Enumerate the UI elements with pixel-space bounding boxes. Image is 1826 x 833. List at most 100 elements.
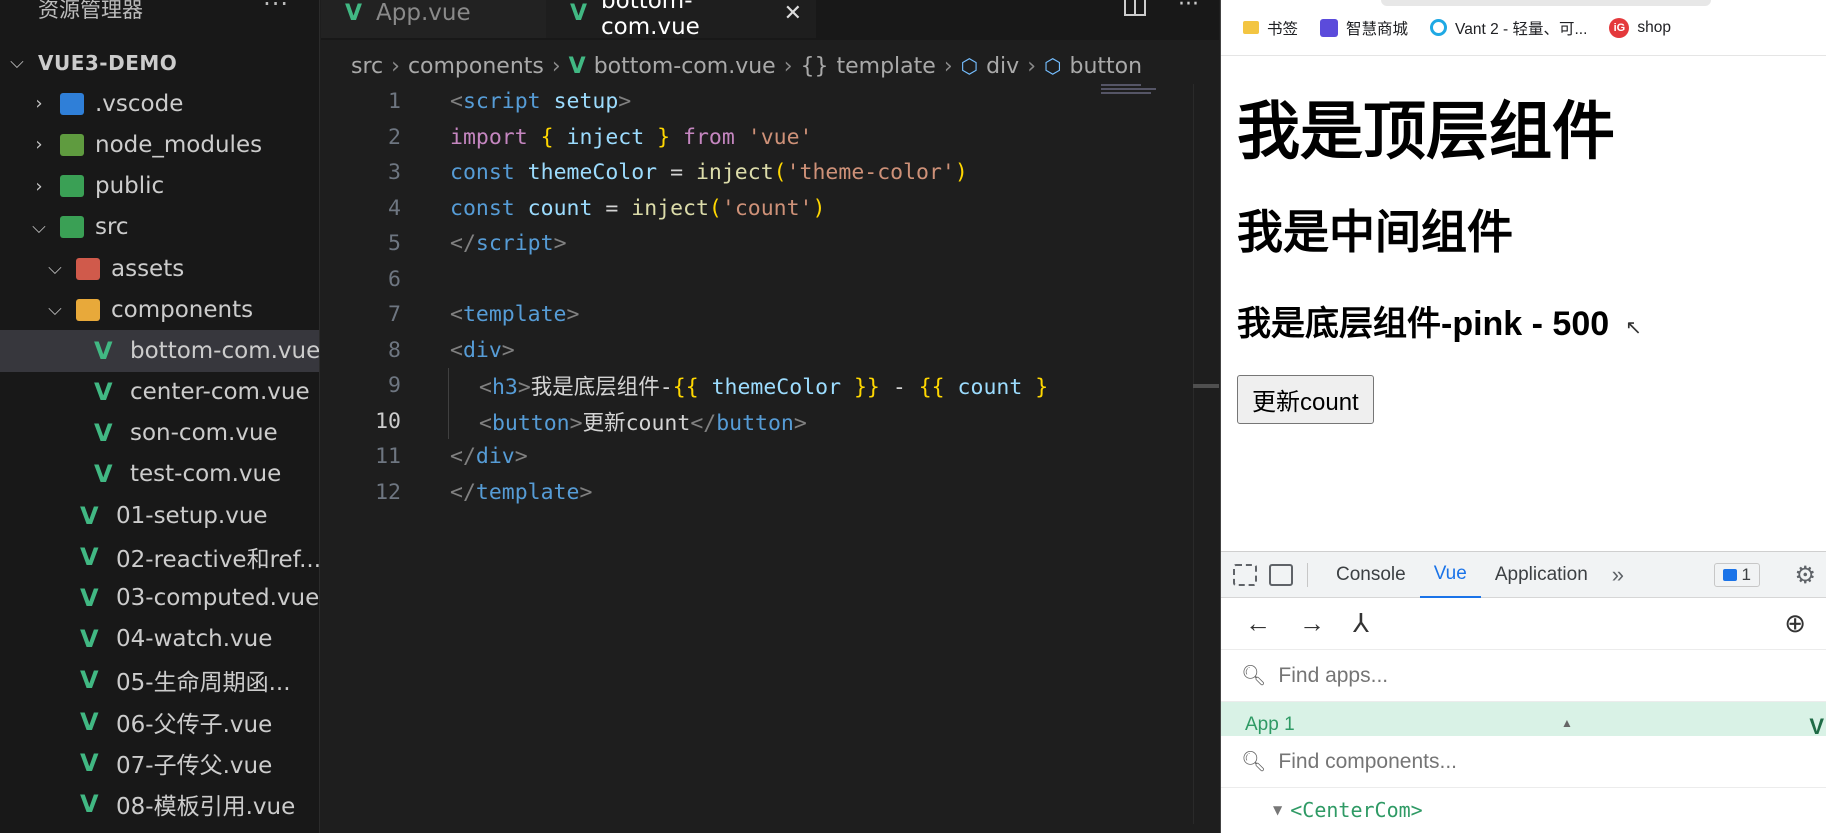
forward-arrow-icon[interactable]: →: [1299, 608, 1325, 639]
bookmark-folder[interactable]: 书签: [1243, 17, 1298, 39]
tree-item-son-com[interactable]: V son-com.vue: [0, 413, 319, 454]
code-line: 8 <div>: [321, 333, 1219, 369]
braces-icon: {}: [800, 53, 829, 79]
vue-file-icon: V: [80, 666, 99, 695]
tree-item-public[interactable]: › public: [0, 166, 319, 207]
split-editor-icon[interactable]: [1124, 0, 1147, 16]
line-number: 8: [388, 337, 401, 363]
vue-file-icon: V: [94, 378, 113, 407]
component-tree-item[interactable]: ▼ <CenterCom>: [1221, 788, 1826, 832]
breadcrumb-src[interactable]: src: [351, 54, 383, 79]
vue-file-icon: V: [80, 542, 99, 571]
vue-file-icon: V: [345, 0, 363, 26]
chevron-down-icon: ⌵: [10, 52, 24, 74]
code-line: 1 <script setup>: [321, 84, 1219, 120]
bookmark-shop[interactable]: iG shop: [1609, 17, 1671, 38]
inspect-element-icon[interactable]: [1233, 563, 1257, 586]
component-tree-icon[interactable]: ⅄: [1353, 608, 1369, 639]
bookmark-smart-mall[interactable]: 智慧商城: [1320, 17, 1408, 39]
tab-vue[interactable]: Vue: [1419, 552, 1481, 598]
tree-root[interactable]: ⌵ VUE3-DEMO: [0, 42, 319, 83]
code-line: 7 <template>: [321, 297, 1219, 333]
tab-app-vue[interactable]: V App.vue: [321, 0, 546, 38]
scrollbar-thumb[interactable]: [1193, 384, 1219, 388]
find-apps-input[interactable]: [1278, 663, 1579, 688]
chevron-right-icon: ›: [391, 53, 400, 79]
tree-item-02-reactive[interactable]: V 02-reactive和ref....: [0, 536, 319, 577]
breadcrumb-template[interactable]: template: [837, 54, 936, 79]
vue-file-icon: V: [94, 419, 113, 448]
more-tabs-icon[interactable]: »: [1602, 562, 1634, 588]
tree-item-03-computed[interactable]: V 03-computed.vue: [0, 577, 319, 618]
tree-item-04-watch[interactable]: V 04-watch.vue: [0, 619, 319, 660]
file-tree: ⌵ VUE3-DEMO › .vscode › node_modules › p…: [0, 42, 319, 825]
vue-file-icon: V: [80, 501, 99, 530]
find-components-row: 🔍︎: [1221, 736, 1826, 788]
vue-file-icon: V: [80, 707, 99, 736]
close-icon[interactable]: ✕: [784, 1, 802, 26]
chevron-down-icon: ⌵: [48, 258, 62, 280]
breadcrumb: src › components › V bottom-com.vue › {}…: [321, 44, 1219, 88]
vscode-folder-icon: [60, 92, 84, 115]
editor: V App.vue V bottom-com.vue ✕ ··· src › c…: [321, 0, 1219, 833]
minimap[interactable]: [1101, 84, 1171, 104]
center-component-heading: 我是中间组件: [1237, 206, 1513, 258]
tree-item-center-com[interactable]: V center-com.vue: [0, 372, 319, 413]
find-components-input[interactable]: [1278, 749, 1579, 774]
tree-item-05-lifecycle[interactable]: V 05-生命周期函...: [0, 660, 319, 701]
tree-item-07-child-to-parent[interactable]: V 07-子传父.vue: [0, 742, 319, 783]
update-count-button[interactable]: 更新count: [1237, 375, 1374, 424]
more-actions-icon[interactable]: ···: [263, 0, 289, 18]
tab-console[interactable]: Console: [1322, 552, 1420, 598]
line-number: 3: [388, 160, 401, 186]
tree-item-node-modules[interactable]: › node_modules: [0, 124, 319, 165]
vue-devtools-toolbar: ← → ⅄ ⊕: [1221, 598, 1826, 650]
more-actions-icon[interactable]: ···: [1178, 0, 1199, 17]
tree-item-08-template-ref[interactable]: V 08-模板引用.vue: [0, 783, 319, 824]
explorer-header: 资源管理器 ···: [0, 0, 319, 22]
assets-folder-icon: [76, 257, 100, 280]
breadcrumb-file[interactable]: bottom-com.vue: [594, 54, 776, 79]
breadcrumb-button[interactable]: button: [1069, 54, 1142, 79]
code-line: 4 const count = inject('count'): [321, 191, 1219, 227]
code-line: 11 </div>: [321, 439, 1219, 475]
device-toolbar-icon[interactable]: [1269, 563, 1293, 586]
bookmark-vant[interactable]: Vant 2 - 轻量、可...: [1430, 17, 1587, 39]
app-selector-row[interactable]: App 1 ▲ V: [1221, 702, 1826, 736]
chevron-right-icon: ›: [783, 53, 793, 79]
breadcrumb-components[interactable]: components: [408, 54, 544, 79]
vue-file-icon: V: [80, 789, 99, 818]
element-icon: ⬡: [1044, 54, 1062, 78]
breadcrumb-div[interactable]: div: [986, 54, 1019, 79]
code-area[interactable]: 1 <script setup> 2 import { inject } fro…: [321, 84, 1219, 510]
vue-file-icon: V: [80, 625, 99, 654]
tab-bottom-com-vue[interactable]: V bottom-com.vue ✕: [546, 0, 816, 40]
target-icon[interactable]: ⊕: [1784, 608, 1806, 639]
chevron-down-icon: ⌵: [48, 299, 62, 321]
bookmarks-bar: 书签 智慧商城 Vant 2 - 轻量、可... iG shop: [1221, 0, 1826, 56]
gear-icon[interactable]: ⚙: [1794, 561, 1816, 590]
chevron-up-icon: ▲: [1561, 716, 1573, 730]
vue-file-icon: V: [570, 1, 588, 26]
tree-item-01-setup[interactable]: V 01-setup.vue: [0, 495, 319, 536]
chevron-right-icon: ›: [943, 53, 953, 79]
line-number: 6: [388, 266, 401, 292]
back-arrow-icon[interactable]: ←: [1245, 608, 1271, 639]
code-line: 2 import { inject } from 'vue': [321, 120, 1219, 156]
rendered-page: 我是顶层组件 我是中间组件 我是底层组件-pink - 500 ↖ 更新coun…: [1221, 56, 1826, 550]
line-number: 2: [388, 124, 401, 150]
tree-item-06-parent-to-child[interactable]: V 06-父传子.vue: [0, 701, 319, 742]
tree-item-test-com[interactable]: V test-com.vue: [0, 454, 319, 495]
tree-item-assets[interactable]: ⌵ assets: [0, 248, 319, 289]
tree-item-bottom-com[interactable]: V bottom-com.vue: [0, 330, 319, 372]
tab-application[interactable]: Application: [1481, 552, 1602, 598]
smart-mall-icon: [1320, 18, 1339, 37]
public-folder-icon: [60, 175, 84, 198]
issues-badge[interactable]: 1: [1713, 563, 1760, 587]
tree-item-src[interactable]: ⌵ src: [0, 207, 319, 248]
line-number: 7: [388, 302, 401, 328]
tree-item-vscode[interactable]: › .vscode: [0, 83, 319, 124]
tree-item-components[interactable]: ⌵ components: [0, 289, 319, 330]
vertical-scrollbar[interactable]: [1193, 84, 1219, 824]
src-folder-icon: [60, 216, 84, 239]
